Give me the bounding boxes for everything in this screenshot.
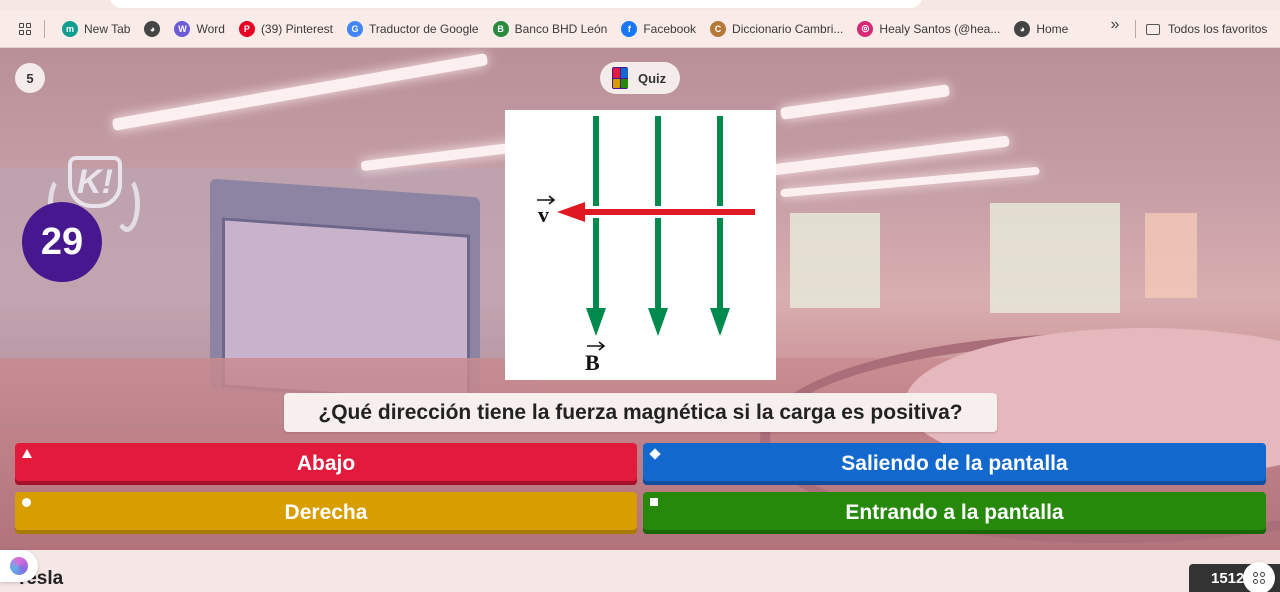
brain-icon [10, 557, 28, 575]
question-number-badge: 5 [15, 63, 45, 93]
ceiling-light [770, 135, 1010, 176]
apps-grid-icon[interactable] [14, 18, 36, 40]
answer-button-blue[interactable]: Saliendo de la pantalla [643, 443, 1266, 485]
background-window [990, 203, 1120, 313]
browser-top-strip [0, 0, 1280, 10]
bookmarks-list: m New Tab ◕ W Word P (39) Pinterest G Traductor … [55, 16, 1075, 42]
folder-icon [1146, 23, 1160, 35]
answer-label: Saliendo de la pantalla [841, 452, 1068, 475]
bookmark-item[interactable]: B Banco BHD León [486, 16, 615, 42]
bookmark-item[interactable]: m New Tab [55, 16, 137, 42]
question-image: v B [505, 110, 776, 380]
quiz-label: Quiz [638, 70, 667, 86]
magnetic-field-diagram: v B [537, 116, 755, 375]
new-tab-icon: m [62, 20, 78, 37]
quiz-icon [612, 67, 628, 89]
more-bookmarks-button[interactable]: » [1105, 16, 1125, 34]
answer-button-red[interactable]: Abajo [15, 443, 637, 485]
bookmark-item[interactable]: ◕ Home [1007, 16, 1075, 42]
globe-icon: ◕ [144, 20, 161, 37]
all-bookmarks-folder[interactable]: Todos los favoritos [1146, 16, 1267, 42]
bookmarks-divider [44, 19, 45, 38]
cambridge-dictionary-icon: C [710, 20, 727, 37]
bookmark-label: Banco BHD León [514, 21, 608, 36]
diamond-icon [649, 448, 661, 460]
field-arrowhead [710, 308, 730, 336]
answer-label: Entrando a la pantalla [845, 501, 1064, 524]
bookmark-label: Word [196, 21, 225, 36]
triangle-icon [22, 449, 32, 458]
answer-label: Abajo [296, 452, 356, 475]
bookmark-label: Home [1036, 21, 1069, 36]
ceiling-light [780, 166, 1040, 198]
grid-icon [1253, 572, 1265, 584]
field-arrowhead [586, 308, 606, 336]
bookmarks-bar: m New Tab ◕ W Word P (39) Pinterest G Traductor … [0, 10, 1280, 48]
velocity-label: v [538, 202, 549, 227]
bookmark-label: (39) Pinterest [260, 21, 333, 36]
bookmark-item[interactable]: f Facebook [614, 16, 703, 42]
game-stage: 5 Quiz K! 29 v B ¿Qué dirección tiene la… [0, 48, 1280, 550]
bookmark-label: Facebook [643, 21, 697, 36]
bookmark-label: Diccionario Cambri... [732, 21, 844, 36]
countdown-timer: 29 [22, 202, 102, 282]
player-status-bar: Tesla 1512 [0, 550, 1280, 592]
google-translate-icon: G [346, 20, 363, 37]
address-bar[interactable] [110, 0, 922, 8]
answer-button-green[interactable]: Entrando a la pantalla [643, 492, 1266, 534]
bookmark-label: New Tab [84, 21, 131, 36]
answer-button-yellow[interactable]: Derecha [15, 492, 637, 534]
bookmark-label: Traductor de Google [368, 21, 479, 36]
ceiling-light [111, 53, 489, 131]
circle-icon [22, 498, 31, 507]
bookmark-item[interactable]: ◎ Healy Santos (@hea... [850, 16, 1007, 42]
brain-button[interactable] [0, 550, 38, 582]
instagram-icon: ◎ [857, 20, 874, 37]
pinterest-icon: P [238, 20, 255, 37]
ceiling-light [779, 84, 951, 120]
facebook-icon: f [621, 20, 638, 37]
globe-icon: ◕ [1014, 20, 1031, 37]
field-arrowhead [648, 308, 668, 336]
menu-button[interactable] [1243, 562, 1275, 592]
word-icon: W [174, 20, 191, 37]
velocity-arrowhead [557, 202, 585, 222]
bookmark-item[interactable]: P (39) Pinterest [232, 16, 340, 42]
question-text: ¿Qué dirección tiene la fuerza magnética… [284, 393, 997, 432]
bookmark-item[interactable]: G Traductor de Google [340, 16, 486, 42]
quiz-type-badge: Quiz [600, 62, 680, 94]
answer-label: Derecha [284, 501, 368, 524]
banco-bhd-icon: B [492, 20, 509, 37]
vector-hat-icon [587, 341, 606, 351]
bookmark-label: Healy Santos (@hea... [879, 21, 1001, 36]
bookmark-item[interactable]: ◕ [137, 16, 167, 42]
bookmark-item[interactable]: C Diccionario Cambri... [703, 16, 850, 42]
background-poster [1145, 213, 1197, 298]
all-bookmarks-label: Todos los favoritos [1168, 22, 1268, 36]
square-icon [650, 498, 658, 506]
background-window [790, 213, 880, 308]
bookmarks-divider [1135, 20, 1136, 38]
field-label: B [585, 350, 600, 375]
bookmark-item[interactable]: W Word [167, 16, 231, 42]
